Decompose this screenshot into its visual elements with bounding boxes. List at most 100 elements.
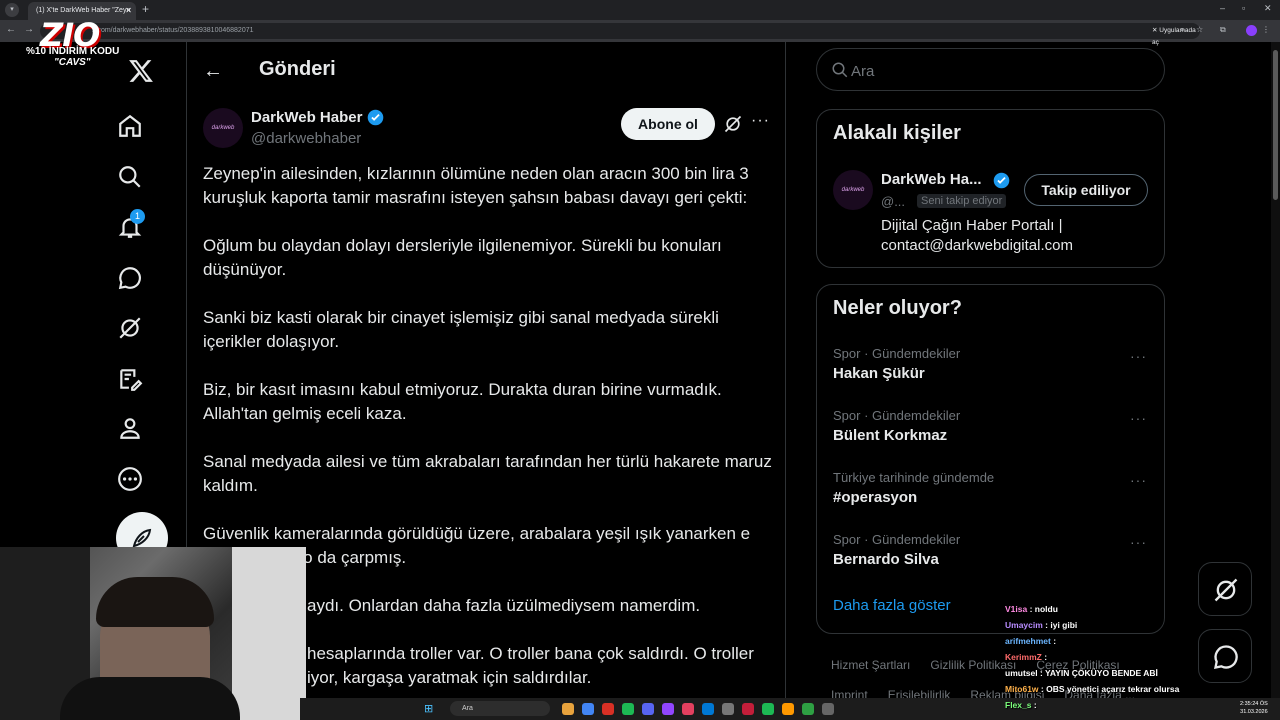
webcam-overlay xyxy=(0,547,306,720)
taskbar-app-icon[interactable] xyxy=(762,703,774,715)
verified-badge-icon xyxy=(367,109,384,126)
trend-more-icon[interactable]: ··· xyxy=(1130,534,1147,550)
taskbar-search[interactable]: Ara xyxy=(450,701,550,716)
author-handle[interactable]: @darkwebhaber xyxy=(251,130,361,147)
page-scrollbar[interactable] xyxy=(1271,42,1280,720)
browser-back-icon[interactable]: ← xyxy=(6,24,16,35)
post-more-icon[interactable]: ··· xyxy=(751,112,770,130)
chat-text: YAYIN ÇÖKÜYO BENDE ABİ xyxy=(1045,668,1158,678)
home-icon[interactable] xyxy=(117,113,143,139)
open-in-app-label: Uygulamada aç xyxy=(1152,27,1196,46)
tweet-paragraph: Zeynep'in ailesinden, kızlarının ölümüne… xyxy=(203,164,749,207)
edit-list-icon[interactable] xyxy=(117,366,143,392)
tweet-paragraph: Biz, bir kasıt imasını kabul etmiyoruz. … xyxy=(203,380,722,423)
zoom-icon[interactable]: ⌕ xyxy=(1180,25,1184,35)
chat-text: noldu xyxy=(1034,604,1058,614)
taskbar-app-icon[interactable] xyxy=(822,703,834,715)
browser-tab-bar: ▾ (1) X'te DarkWeb Haber "Zeyn ✕ + – ▫ ✕ xyxy=(0,0,1280,20)
related-bio: Dijital Çağın Haber Portalı | contact@da… xyxy=(881,217,1073,254)
x-logo-icon[interactable] xyxy=(128,58,154,84)
browser-menu-icon[interactable]: ⋮ xyxy=(1262,25,1270,34)
taskbar-app-icon[interactable] xyxy=(602,703,614,715)
trend-item[interactable]: Spor · Gündemdekiler Bülent Korkmaz ··· xyxy=(833,408,1153,460)
taskbar-app-icon[interactable] xyxy=(742,703,754,715)
maximize-icon[interactable]: ▫ xyxy=(1242,3,1245,13)
chat-message: Flex_s : xyxy=(1005,700,1037,710)
footer-link[interactable]: Gizlilik Politikası xyxy=(930,658,1016,672)
tab-search-icon[interactable]: ▾ xyxy=(5,3,19,17)
tweet-paragraph: Oğlum bu olaydan dolayı dersleriyle ilgi… xyxy=(203,236,722,279)
url-bar[interactable]: x.com/darkwebhaber/status/20388938100468… xyxy=(40,23,1200,46)
taskbar-app-icon[interactable] xyxy=(722,703,734,715)
footer-link[interactable]: Hizmet Şartları xyxy=(831,658,910,672)
trend-item[interactable]: Spor · Gündemdekiler Bernardo Silva ··· xyxy=(833,532,1153,584)
trend-item[interactable]: Spor · Gündemdekiler Hakan Şükür ··· xyxy=(833,346,1153,398)
page-title: Gönderi xyxy=(259,58,336,80)
taskbar-app-icon[interactable] xyxy=(802,703,814,715)
following-button[interactable]: Takip ediliyor xyxy=(1024,174,1148,206)
sponsor-logo: ZIO %10 İNDİRİM KODU "CAVS" xyxy=(26,16,120,74)
sponsor-code-text: "CAVS" xyxy=(54,57,91,68)
trend-name: Bernardo Silva xyxy=(833,551,939,568)
open-in-app-chip[interactable]: ✕ Uygulamada aç xyxy=(1148,25,1200,46)
minimize-icon[interactable]: – xyxy=(1220,3,1225,13)
extensions-icon[interactable]: ⧉ xyxy=(1220,25,1226,35)
related-handle[interactable]: @... xyxy=(881,194,905,209)
search-icon[interactable] xyxy=(117,164,143,190)
chat-message: V1isa : noldu xyxy=(1005,604,1058,614)
related-avatar[interactable]: darkweb xyxy=(833,170,873,210)
verified-badge-icon xyxy=(993,172,1010,189)
tweet-paragraph: Sanki biz kasti olarak bir cinayet işlem… xyxy=(203,308,719,351)
taskbar-app-icon[interactable] xyxy=(682,703,694,715)
more-circle-icon[interactable] xyxy=(117,466,143,492)
trends-panel: Neler oluyor? Spor · Gündemdekiler Hakan… xyxy=(816,284,1165,634)
chat-message: Umaycim : iyi gibi xyxy=(1005,620,1078,630)
trend-more-icon[interactable]: ··· xyxy=(1130,348,1147,364)
browser-tab-title: (1) X'te DarkWeb Haber "Zeyn xyxy=(36,7,131,14)
back-arrow-icon[interactable]: ← xyxy=(203,60,223,83)
trend-more-icon[interactable]: ··· xyxy=(1130,472,1147,488)
taskbar-app-icon[interactable] xyxy=(642,703,654,715)
subscribe-button[interactable]: Abone ol xyxy=(621,108,715,140)
window-close-icon[interactable]: ✕ xyxy=(1264,3,1272,14)
search-icon xyxy=(832,62,848,78)
taskbar-app-icon[interactable] xyxy=(782,703,794,715)
taskbar-app-icon[interactable] xyxy=(702,703,714,715)
tab-close-icon[interactable]: ✕ xyxy=(125,2,132,20)
chat-message: arifmehmet : xyxy=(1005,636,1057,646)
chat-user: Flex_s xyxy=(1005,700,1032,710)
author-avatar-text: darkweb xyxy=(211,125,235,131)
show-more-link[interactable]: Daha fazla göster xyxy=(833,597,951,614)
grok-icon[interactable] xyxy=(117,315,143,341)
search-box[interactable] xyxy=(816,48,1165,91)
sponsor-discount-text: %10 İNDİRİM KODU xyxy=(26,46,120,57)
stream-chat-overlay: V1isa : noldu Umaycim : iyi gibi arifmeh… xyxy=(1005,601,1245,713)
related-people-title: Alakalı kişiler xyxy=(833,122,961,144)
author-name[interactable]: DarkWeb Haber xyxy=(251,109,362,126)
search-input[interactable] xyxy=(849,61,1143,81)
related-name[interactable]: DarkWeb Ha... xyxy=(881,171,982,188)
profile-icon[interactable] xyxy=(117,415,143,441)
related-people-panel: Alakalı kişiler darkweb DarkWeb Ha... @.… xyxy=(816,109,1165,268)
windows-start-icon[interactable]: ⊞ xyxy=(424,702,433,715)
taskbar-app-icon[interactable] xyxy=(662,703,674,715)
scrollbar-thumb[interactable] xyxy=(1273,50,1278,200)
new-tab-icon[interactable]: + xyxy=(142,2,149,16)
chat-icon[interactable] xyxy=(117,265,143,291)
follows-you-badge: Seni takip ediyor xyxy=(917,194,1007,208)
taskbar-app-icon[interactable] xyxy=(562,703,574,715)
taskbar-app-icon[interactable] xyxy=(582,703,594,715)
author-avatar[interactable]: darkweb xyxy=(203,108,243,148)
bookmark-star-icon[interactable]: ☆ xyxy=(1196,25,1203,34)
tweet-paragraph: Sanal medyada ailesi ve tüm akrabaları t… xyxy=(203,452,772,495)
chat-user: KerimmZ xyxy=(1005,652,1042,662)
trend-meta: Spor · Gündemdekiler xyxy=(833,408,961,423)
chat-message: Mito61w : OBS yönetici açarız tekrar olu… xyxy=(1005,684,1180,694)
browser-profile-avatar[interactable] xyxy=(1246,25,1257,36)
trend-name: #operasyon xyxy=(833,489,918,506)
grok-explain-icon[interactable] xyxy=(723,114,743,134)
trends-title: Neler oluyor? xyxy=(833,297,962,319)
trend-item[interactable]: Türkiye tarihinde gündemde #operasyon ··… xyxy=(833,470,1153,522)
taskbar-app-icon[interactable] xyxy=(622,703,634,715)
trend-more-icon[interactable]: ··· xyxy=(1130,410,1147,426)
